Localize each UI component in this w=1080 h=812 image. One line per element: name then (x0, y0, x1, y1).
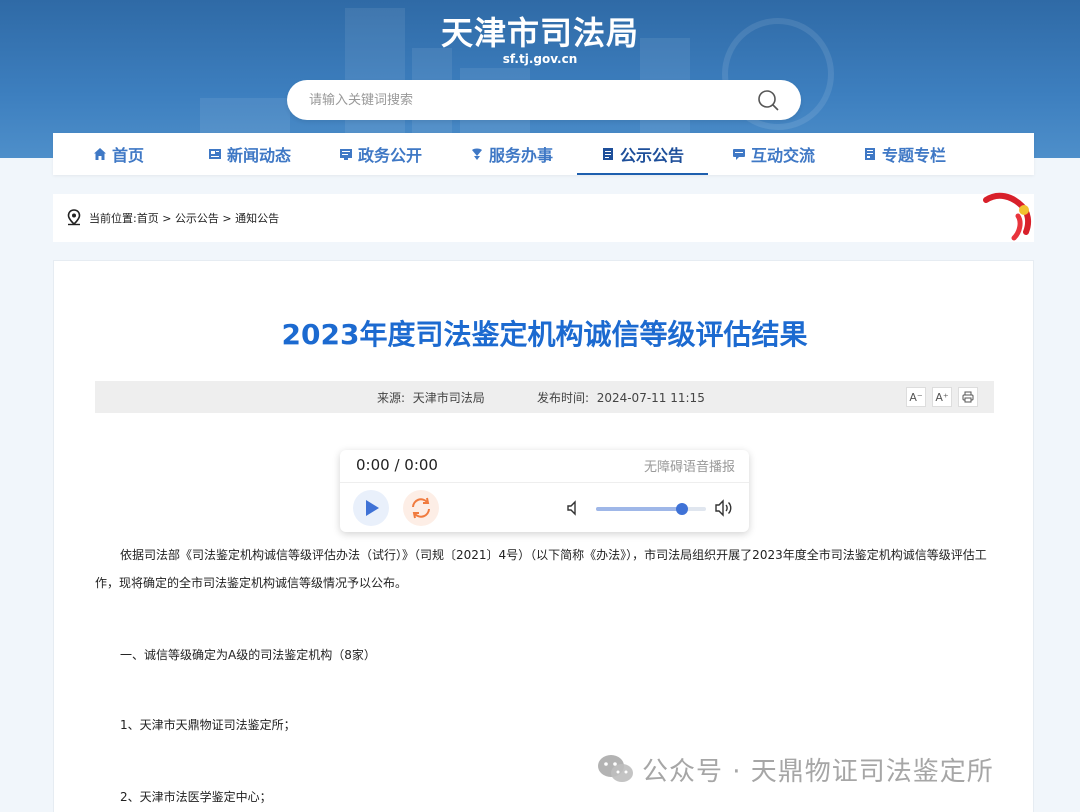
source-value: 天津市司法局 (412, 391, 485, 405)
article-meta-bar: 来源: 天津市司法局 发布时间: 2024-07-11 11:15 A⁻ A⁺ (95, 381, 994, 413)
news-icon (208, 149, 221, 159)
breadcrumb-separator: > (218, 212, 236, 225)
article-paragraph: 一、诚信等级确定为A级的司法鉴定机构（8家） (120, 648, 376, 662)
gov-icon (339, 149, 352, 160)
article-time: 发布时间: 2024-07-11 11:15 (537, 389, 705, 406)
volume-high-icon[interactable] (714, 498, 734, 518)
service-icon (471, 148, 482, 160)
ribbon-decoration-icon (983, 192, 1032, 241)
loop-icon (412, 497, 430, 519)
time-value: 2024-07-11 11:15 (596, 391, 705, 405)
nav-item-label: 首页 (111, 146, 144, 165)
printer-icon (962, 391, 974, 403)
article-paragraph: 1、天津市天鼎物证司法鉴定所； (120, 718, 296, 732)
nav-item-service[interactable]: 服务办事 (446, 133, 577, 175)
article-tools: A⁻ A⁺ (906, 387, 978, 407)
breadcrumb-prefix: 当前位置: (89, 212, 137, 225)
source-label: 来源: (377, 391, 406, 405)
breadcrumb-link-home[interactable]: 首页 (137, 212, 159, 225)
wechat-icon (598, 755, 633, 782)
home-icon (93, 148, 106, 160)
wechat-watermark: 公众号 · 天鼎物证司法鉴定所 (596, 752, 994, 787)
nav-item-label: 新闻动态 (226, 146, 291, 165)
font-increase-button[interactable]: A⁺ (932, 387, 952, 407)
volume-slider[interactable] (596, 503, 706, 515)
site-domain: sf.tj.gov.cn (502, 52, 578, 66)
topic-icon (864, 148, 875, 160)
volume-slider-fill (596, 507, 682, 511)
watermark-text: 公众号 · 天鼎物证司法鉴定所 (642, 756, 994, 787)
breadcrumb-link-notice[interactable]: 公示公告 (175, 212, 219, 225)
nav-item-label: 服务办事 (488, 146, 553, 165)
time-label: 发布时间: (537, 391, 590, 405)
chat-icon (732, 149, 745, 160)
location-pin-icon (67, 209, 81, 226)
play-button[interactable] (353, 490, 389, 526)
article-panel: 2023年度司法鉴定机构诚信等级评估结果 来源: 天津市司法局 发布时间: 20… (53, 260, 1034, 812)
loop-button[interactable] (403, 490, 439, 526)
breadcrumb-link-current[interactable]: 通知公告 (235, 212, 279, 225)
font-decrease-button[interactable]: A⁻ (906, 387, 926, 407)
nav-item-label: 公示公告 (619, 146, 684, 165)
search-box (287, 80, 801, 120)
main-nav: 首页 新闻动态 政务公开 服务办事 公示公告 互动交流 专题专栏 (53, 133, 1034, 175)
nav-item-home[interactable]: 首页 (53, 133, 184, 175)
nav-item-notice[interactable]: 公示公告 (577, 133, 708, 175)
play-icon (366, 500, 379, 516)
nav-item-news[interactable]: 新闻动态 (184, 133, 315, 175)
volume-slider-handle[interactable] (675, 503, 688, 515)
article-title: 2023年度司法鉴定机构诚信等级评估结果 (281, 318, 808, 351)
nav-item-label: 互动交流 (750, 146, 815, 165)
search-input[interactable] (309, 80, 739, 120)
nav-item-label: 专题专栏 (881, 146, 946, 165)
nav-item-topic[interactable]: 专题专栏 (839, 133, 970, 175)
player-time: 0:00 / 0:00 (356, 456, 438, 474)
print-button[interactable] (958, 387, 978, 407)
volume-low-icon[interactable] (566, 500, 582, 516)
breadcrumb-separator: > (158, 212, 175, 225)
article-paragraph: 依据司法部《司法鉴定机构诚信等级评估办法（试行）》（司规〔2021〕4号）（以下… (95, 548, 987, 590)
search-icon[interactable] (757, 89, 779, 111)
article-source: 来源: 天津市司法局 (377, 389, 485, 406)
audio-player: 0:00 / 0:00 无障碍语音播报 (340, 450, 749, 532)
player-accessibility-label: 无障碍语音播报 (643, 460, 735, 475)
breadcrumb: 当前位置:首页 > 公示公告 > 通知公告 (53, 192, 1034, 242)
nav-item-label: 政务公开 (357, 146, 422, 165)
nav-item-interact[interactable]: 互动交流 (708, 133, 839, 175)
site-title: 天津市司法局 (440, 14, 639, 52)
player-divider (340, 482, 749, 483)
nav-item-gov[interactable]: 政务公开 (315, 133, 446, 175)
notice-icon (602, 148, 613, 160)
breadcrumb-text: 当前位置:首页 > 公示公告 > 通知公告 (89, 210, 279, 226)
